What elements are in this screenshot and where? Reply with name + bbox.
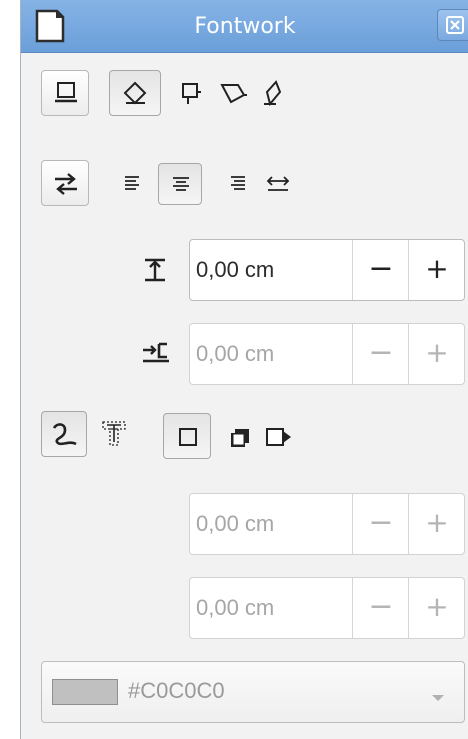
shadow-x-increase-button[interactable]: + — [408, 494, 465, 554]
off-button[interactable] — [41, 70, 89, 116]
fontwork-dialog: Fontwork 0,00 cm − + 0,00 cm − + 0,00 cm… — [20, 0, 468, 739]
align-center-button[interactable] — [158, 163, 202, 205]
orientation-button[interactable] — [41, 160, 89, 206]
distance-icon — [143, 257, 167, 283]
indent-value[interactable]: 0,00 cm — [190, 324, 356, 384]
orientation-icon — [53, 172, 79, 196]
rotate-button[interactable] — [109, 70, 161, 116]
indent-decrease-button[interactable]: − — [352, 324, 409, 384]
align-center-icon — [171, 174, 191, 194]
align-left-icon[interactable] — [123, 173, 143, 193]
window-title: Fontwork — [194, 14, 296, 39]
close-button[interactable] — [437, 9, 468, 41]
upright-icon[interactable] — [179, 82, 203, 106]
shadow-x-decrease-button[interactable]: − — [352, 494, 409, 554]
shadow-off-icon — [177, 426, 199, 448]
distance-field[interactable]: 0,00 cm − + — [189, 239, 465, 301]
shadow-y-value[interactable]: 0,00 cm — [190, 578, 356, 638]
contour-icon — [51, 422, 79, 448]
indent-field[interactable]: 0,00 cm − + — [189, 323, 465, 385]
slant-horizontal-icon[interactable] — [220, 82, 248, 106]
distance-increase-button[interactable]: + — [408, 240, 465, 300]
slant-vertical-icon[interactable] — [262, 80, 286, 108]
shadow-vertical-icon[interactable] — [228, 426, 252, 450]
shadow-x-distance-field[interactable]: 0,00 cm − + — [189, 493, 465, 555]
shadow-slant-icon[interactable] — [265, 426, 293, 450]
shadow-y-decrease-button[interactable]: − — [352, 578, 409, 638]
title-bar: Fontwork — [21, 0, 468, 53]
shadow-color-label: #C0C0C0 — [128, 678, 225, 703]
shadow-off-button[interactable] — [163, 413, 211, 459]
text-frame-icon[interactable] — [101, 420, 127, 448]
color-swatch — [52, 679, 118, 705]
distance-decrease-button[interactable]: − — [352, 240, 409, 300]
align-right-icon[interactable] — [227, 173, 247, 193]
shadow-x-value[interactable]: 0,00 cm — [190, 494, 356, 554]
shadow-y-distance-field[interactable]: 0,00 cm − + — [189, 577, 465, 639]
fontwork-off-icon — [54, 81, 78, 105]
shadow-color-dropdown[interactable]: #C0C0C0 — [41, 661, 465, 723]
chevron-down-icon — [431, 688, 445, 707]
contour-button[interactable] — [41, 411, 87, 457]
indent-increase-button[interactable]: + — [408, 324, 465, 384]
shadow-y-increase-button[interactable]: + — [408, 578, 465, 638]
autosize-text-icon[interactable] — [266, 173, 290, 193]
rotate-icon — [123, 81, 149, 107]
distance-value[interactable]: 0,00 cm — [190, 240, 356, 300]
indent-icon — [141, 341, 173, 363]
